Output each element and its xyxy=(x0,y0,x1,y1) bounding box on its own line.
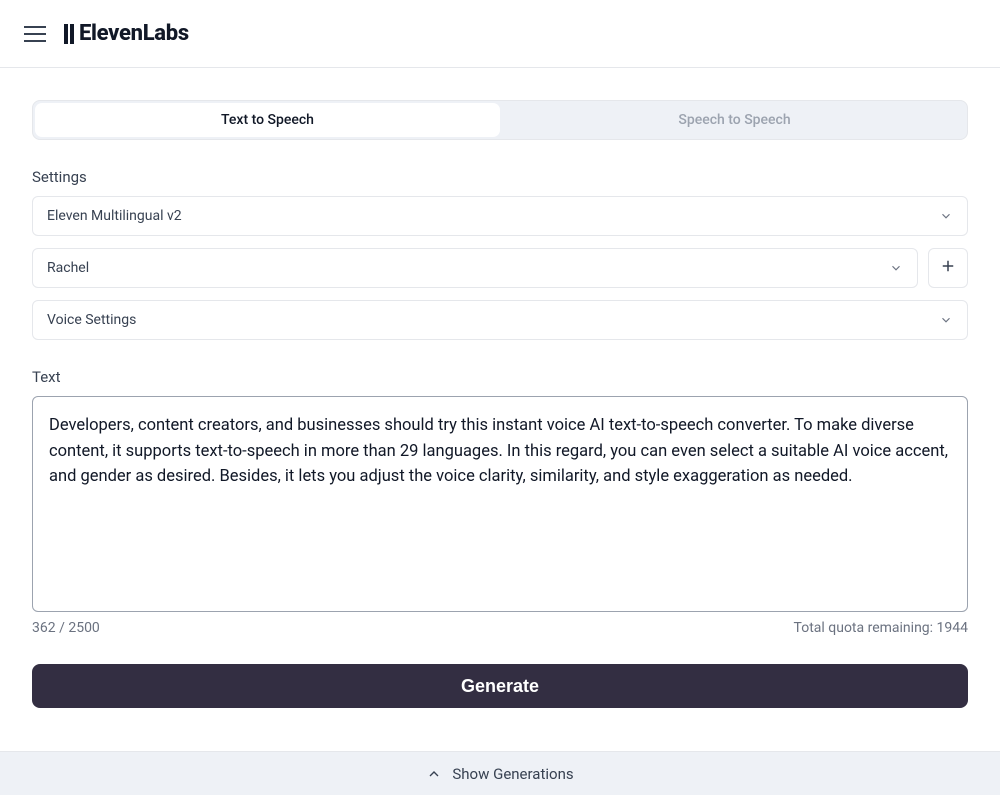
tab-label: Text to Speech xyxy=(221,112,314,128)
tab-label: Speech to Speech xyxy=(678,112,790,128)
settings-label: Settings xyxy=(32,168,968,186)
chevron-down-icon xyxy=(889,261,903,275)
counter-row: 362 / 2500 Total quota remaining: 1944 xyxy=(32,620,968,636)
generate-button-label: Generate xyxy=(461,676,539,696)
model-select-value: Eleven Multilingual v2 xyxy=(47,208,182,224)
tab-speech-to-speech[interactable]: Speech to Speech xyxy=(502,101,967,139)
chevron-down-icon xyxy=(939,209,953,223)
hamburger-menu-icon[interactable] xyxy=(24,23,46,45)
brand-bars-icon xyxy=(64,24,74,44)
chevron-down-icon xyxy=(939,313,953,327)
chevron-up-icon xyxy=(426,766,442,782)
text-input[interactable] xyxy=(35,399,965,605)
mode-tabs: Text to Speech Speech to Speech xyxy=(32,100,968,140)
brand-logo: ElevenLabs xyxy=(64,21,189,46)
text-label: Text xyxy=(32,368,968,386)
add-voice-button[interactable] xyxy=(928,248,968,288)
generate-button[interactable]: Generate xyxy=(32,664,968,708)
plus-icon xyxy=(939,256,957,280)
show-generations-label: Show Generations xyxy=(452,765,573,783)
brand-name: ElevenLabs xyxy=(79,21,189,46)
tab-text-to-speech[interactable]: Text to Speech xyxy=(35,103,500,137)
voice-settings-label: Voice Settings xyxy=(47,312,136,328)
voice-select-value: Rachel xyxy=(47,260,89,276)
app-header: ElevenLabs xyxy=(0,0,1000,68)
quota-remaining: Total quota remaining: 1944 xyxy=(794,620,968,636)
voice-select[interactable]: Rachel xyxy=(32,248,918,288)
model-select[interactable]: Eleven Multilingual v2 xyxy=(32,196,968,236)
char-count: 362 / 2500 xyxy=(32,620,100,636)
main-content: Text to Speech Speech to Speech Settings… xyxy=(0,68,1000,708)
show-generations-bar[interactable]: Show Generations xyxy=(0,751,1000,795)
voice-settings-select[interactable]: Voice Settings xyxy=(32,300,968,340)
text-input-wrapper xyxy=(32,396,968,612)
